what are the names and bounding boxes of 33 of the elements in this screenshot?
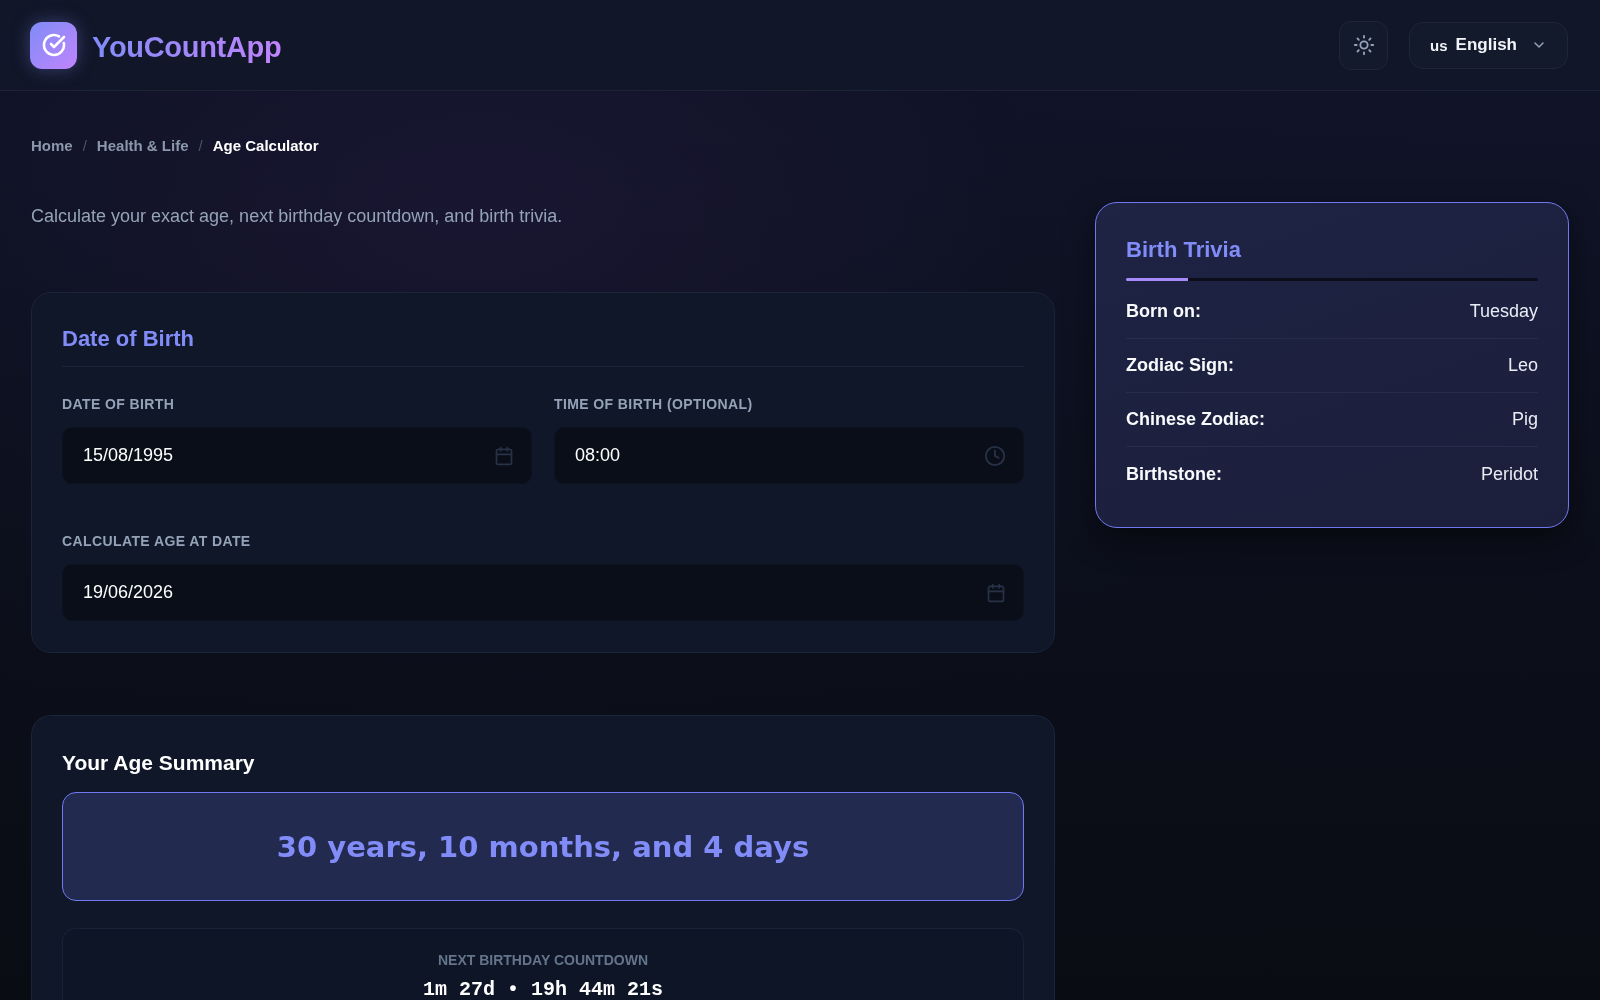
countdown-value: 1m 27d • 19h 44m 21s (422, 980, 663, 1000)
calendar-icon[interactable] (494, 445, 514, 466)
breadcrumb-link[interactable]: Health & Life (96, 136, 189, 154)
trivia-label: Chinese Zodiac: (1126, 409, 1266, 430)
time-input[interactable]: 08:00 (554, 427, 1024, 484)
trivia-value: Leo (1507, 355, 1538, 376)
field-label: TIME OF BIRTH (OPTIONAL) (554, 395, 754, 413)
clock-icon[interactable] (984, 444, 1006, 467)
sun-icon (1352, 34, 1375, 56)
trivia-value: Tuesday (1469, 301, 1538, 322)
field-label: DATE OF BIRTH (62, 395, 176, 413)
age-result-text: 30 years, 10 months, and 4 days (276, 829, 810, 864)
summary-title: Your Age Summary (62, 750, 256, 776)
breadcrumb-separator: / (82, 136, 87, 154)
trivia-value: Peridot (1480, 463, 1538, 485)
check-circle-logo-icon (30, 21, 77, 69)
breadcrumb-separator: / (198, 136, 203, 154)
page-description: Calculate your exact age, next birthday countdown, and birth trivia. (31, 205, 564, 228)
language-select[interactable]: us English (1409, 21, 1568, 69)
theme-toggle-button[interactable] (1339, 20, 1389, 70)
trivia-value: Pig (1512, 409, 1538, 430)
trivia-label: Zodiac Sign: (1126, 355, 1234, 376)
trivia-label: Birthstone: (1126, 463, 1222, 485)
countdown-label: NEXT BIRTHDAY COUNTDOWN (438, 951, 648, 969)
calendar-icon[interactable] (986, 582, 1006, 603)
field-label: CALCULATE AGE AT DATE (62, 532, 252, 550)
date-input[interactable]: 19/06/2026 (62, 564, 1024, 621)
card-title: Date of Birth (62, 325, 1024, 367)
trivia-label: Born on: (1126, 301, 1201, 322)
breadcrumb-current[interactable]: Age Calculator (212, 136, 319, 154)
date-input[interactable]: 15/08/1995 (62, 427, 532, 484)
breadcrumb-link[interactable]: Home (31, 136, 73, 154)
trivia-title: Birth Trivia (1126, 236, 1242, 264)
